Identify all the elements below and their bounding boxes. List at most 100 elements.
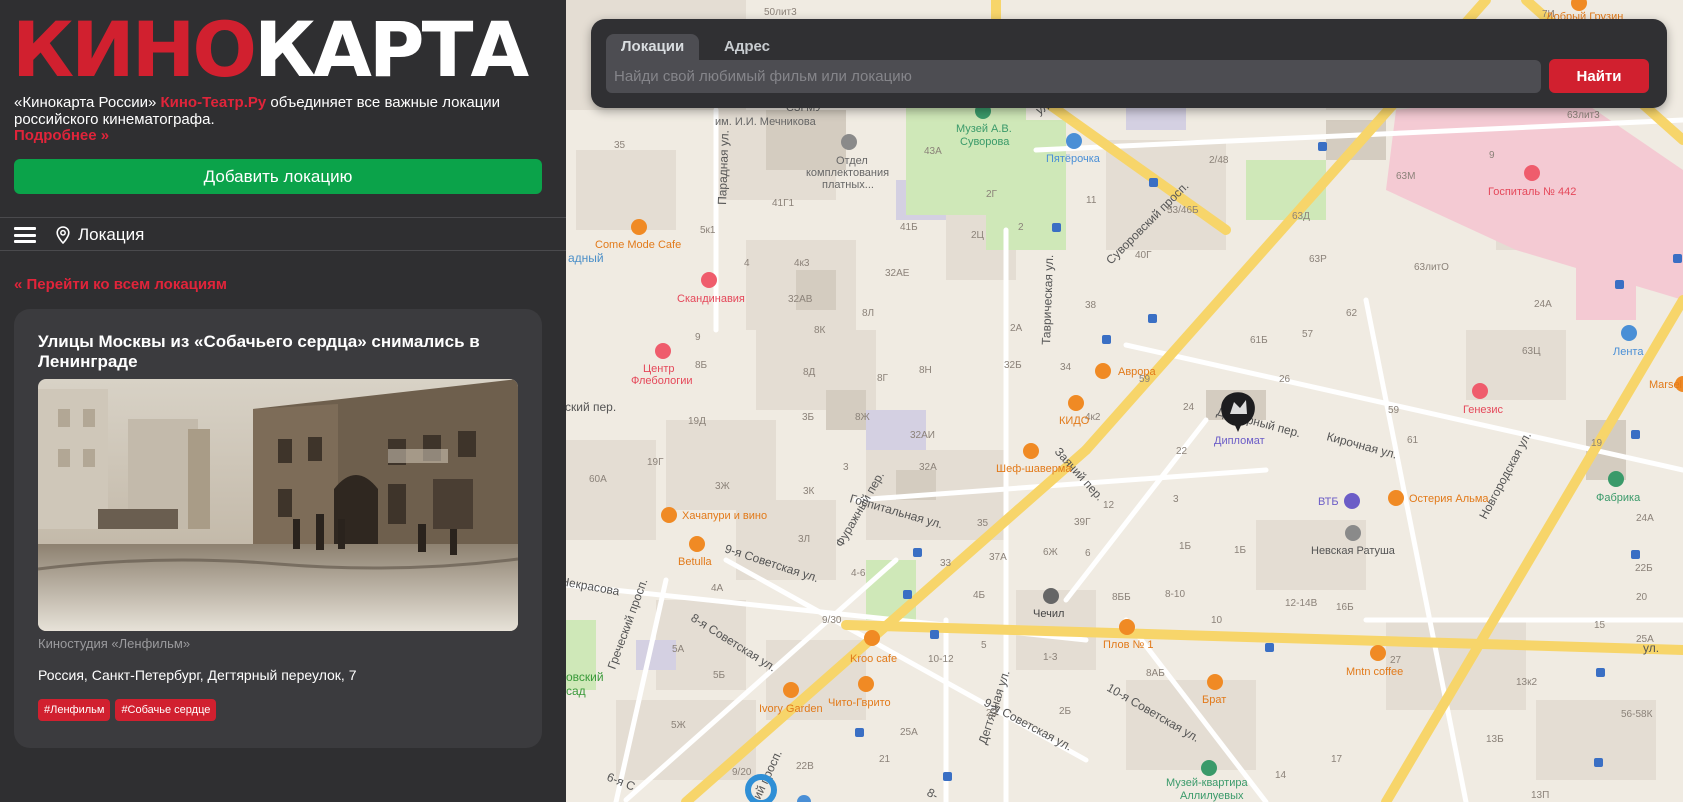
hamburger-icon[interactable]	[14, 227, 36, 243]
svg-text:3: 3	[1173, 494, 1179, 505]
all-locations-link[interactable]: « Перейти ко всем локациям	[14, 276, 227, 293]
tab-address[interactable]: Адрес	[709, 34, 785, 60]
svg-text:Kroo cafe: Kroo cafe	[850, 653, 897, 665]
svg-text:Брат: Брат	[1202, 694, 1226, 706]
svg-text:4Б: 4Б	[973, 590, 986, 601]
svg-text:13П: 13П	[1531, 790, 1549, 801]
location-label[interactable]: Локация	[78, 225, 144, 245]
svg-text:Ivory Garden: Ivory Garden	[759, 703, 823, 715]
svg-text:2/48: 2/48	[1209, 155, 1229, 166]
svg-text:Остерия Альма: Остерия Альма	[1409, 493, 1489, 505]
svg-text:Дипломат: Дипломат	[1214, 435, 1265, 447]
svg-text:5: 5	[981, 640, 987, 651]
svg-text:61: 61	[1407, 435, 1419, 446]
svg-text:56-58К: 56-58К	[1621, 709, 1653, 720]
svg-text:61Б: 61Б	[1250, 335, 1268, 346]
svg-text:24А: 24А	[1636, 513, 1654, 524]
svg-text:35: 35	[977, 518, 989, 529]
search-input[interactable]	[606, 60, 1541, 93]
svg-text:63Ц: 63Ц	[1522, 346, 1541, 357]
svg-text:6Ж: 6Ж	[1043, 547, 1059, 558]
site-logo[interactable]: КИНОКАРТА	[12, 6, 529, 94]
svg-text:3Л: 3Л	[798, 534, 810, 545]
svg-text:39Г: 39Г	[1074, 517, 1091, 528]
poi-vtb: ВТБ	[1318, 493, 1360, 509]
svg-text:22Б: 22Б	[1635, 563, 1653, 574]
svg-text:9: 9	[1489, 150, 1495, 161]
svg-text:38: 38	[1085, 300, 1097, 311]
svg-text:43А: 43А	[924, 146, 942, 157]
svg-text:Музей-квартира: Музей-квартира	[1166, 777, 1248, 789]
svg-text:12-14В: 12-14В	[1285, 598, 1318, 609]
search-button[interactable]: Найти	[1549, 59, 1649, 93]
svg-text:4А: 4А	[711, 583, 724, 594]
location-nav-bar: Локация	[0, 217, 566, 251]
svg-text:19Д: 19Д	[688, 416, 706, 427]
svg-text:Госпиталь № 442: Госпиталь № 442	[1488, 186, 1576, 198]
svg-text:Суворова: Суворова	[960, 136, 1010, 148]
studio-name: Киностудия «Ленфильм»	[38, 636, 191, 651]
svg-text:1-3: 1-3	[1043, 652, 1058, 663]
location-card: Улицы Москвы из «Собачьего сердца» снима…	[14, 309, 542, 748]
svg-text:3: 3	[843, 462, 849, 473]
svg-text:10: 10	[1211, 615, 1223, 626]
svg-text:Шеф-шаверма: Шеф-шаверма	[996, 463, 1072, 475]
svg-text:2: 2	[1018, 222, 1024, 233]
location-photo[interactable]	[38, 379, 518, 631]
poi-scandinavia: Скандинавия	[677, 272, 745, 305]
svg-text:25А: 25А	[900, 727, 918, 738]
more-info-link[interactable]: Подробнее »	[14, 127, 109, 144]
svg-text:Mntn coffee: Mntn coffee	[1346, 666, 1403, 678]
svg-text:овский: овский	[566, 670, 604, 684]
map-view[interactable]: Суворовский просп. Дегтярный пер. Кирочн…	[566, 0, 1683, 802]
svg-text:16Б: 16Б	[1336, 602, 1354, 613]
svg-text:63Д: 63Д	[1292, 211, 1310, 222]
svg-text:24: 24	[1183, 402, 1195, 413]
svg-text:60А: 60А	[589, 474, 607, 485]
svg-text:62: 62	[1346, 308, 1358, 319]
svg-text:2Ц: 2Ц	[971, 230, 985, 241]
svg-text:Некрасова: Некрасова	[566, 574, 621, 598]
svg-text:27: 27	[1390, 655, 1402, 666]
svg-text:2Б: 2Б	[1059, 706, 1072, 717]
svg-text:Парадная ул.: Парадная ул.	[715, 130, 732, 205]
tab-locations[interactable]: Локации	[606, 34, 700, 60]
svg-text:Отдел: Отдел	[836, 155, 868, 167]
svg-text:4к3: 4к3	[794, 258, 810, 269]
svg-text:2А: 2А	[1010, 323, 1023, 334]
svg-text:ский пер.: ский пер.	[566, 400, 616, 414]
svg-text:63литО: 63литО	[1414, 262, 1449, 273]
svg-text:11: 11	[1086, 195, 1097, 206]
svg-text:9/30: 9/30	[822, 615, 842, 626]
add-location-button[interactable]: Добавить локацию	[14, 159, 542, 194]
svg-text:63Р: 63Р	[1309, 254, 1327, 265]
svg-text:35: 35	[614, 140, 626, 151]
svg-text:8Б: 8Б	[695, 360, 708, 371]
svg-text:8Д: 8Д	[803, 367, 816, 378]
tag-lenfilm[interactable]: #Ленфильм	[38, 699, 111, 721]
svg-text:32АВ: 32АВ	[788, 294, 813, 305]
svg-text:Музей А.В.: Музей А.В.	[956, 123, 1012, 135]
svg-text:Come Mode Cafe: Come Mode Cafe	[595, 239, 681, 251]
location-title: Улицы Москвы из «Собачьего сердца» снима…	[38, 332, 480, 371]
svg-text:Таврическая ул.: Таврическая ул.	[1039, 254, 1056, 345]
svg-text:50лит3: 50лит3	[764, 7, 797, 18]
svg-text:32А: 32А	[919, 462, 937, 473]
svg-text:1Б: 1Б	[1234, 545, 1247, 556]
svg-text:26: 26	[1279, 374, 1291, 385]
svg-text:32Б: 32Б	[1004, 360, 1022, 371]
svg-text:4-6: 4-6	[851, 568, 866, 579]
svg-text:Чечил: Чечил	[1033, 608, 1064, 620]
svg-text:Чито-Гврито: Чито-Гврито	[828, 697, 891, 709]
svg-text:23: 23	[986, 708, 998, 719]
kino-teatr-link[interactable]: Кино-Театр.Ру	[161, 94, 267, 111]
svg-text:22: 22	[1176, 446, 1188, 457]
svg-text:59: 59	[1388, 405, 1400, 416]
svg-text:8ББ: 8ББ	[1112, 592, 1131, 603]
tag-list: #Ленфильм #Собачье сердце	[38, 699, 217, 721]
svg-text:4: 4	[744, 258, 750, 269]
tag-sobachye-serdtse[interactable]: #Собачье сердце	[115, 699, 217, 721]
svg-text:8Г: 8Г	[877, 373, 889, 384]
svg-text:Центр: Центр	[643, 363, 675, 375]
svg-text:комплектования: комплектования	[806, 167, 889, 179]
